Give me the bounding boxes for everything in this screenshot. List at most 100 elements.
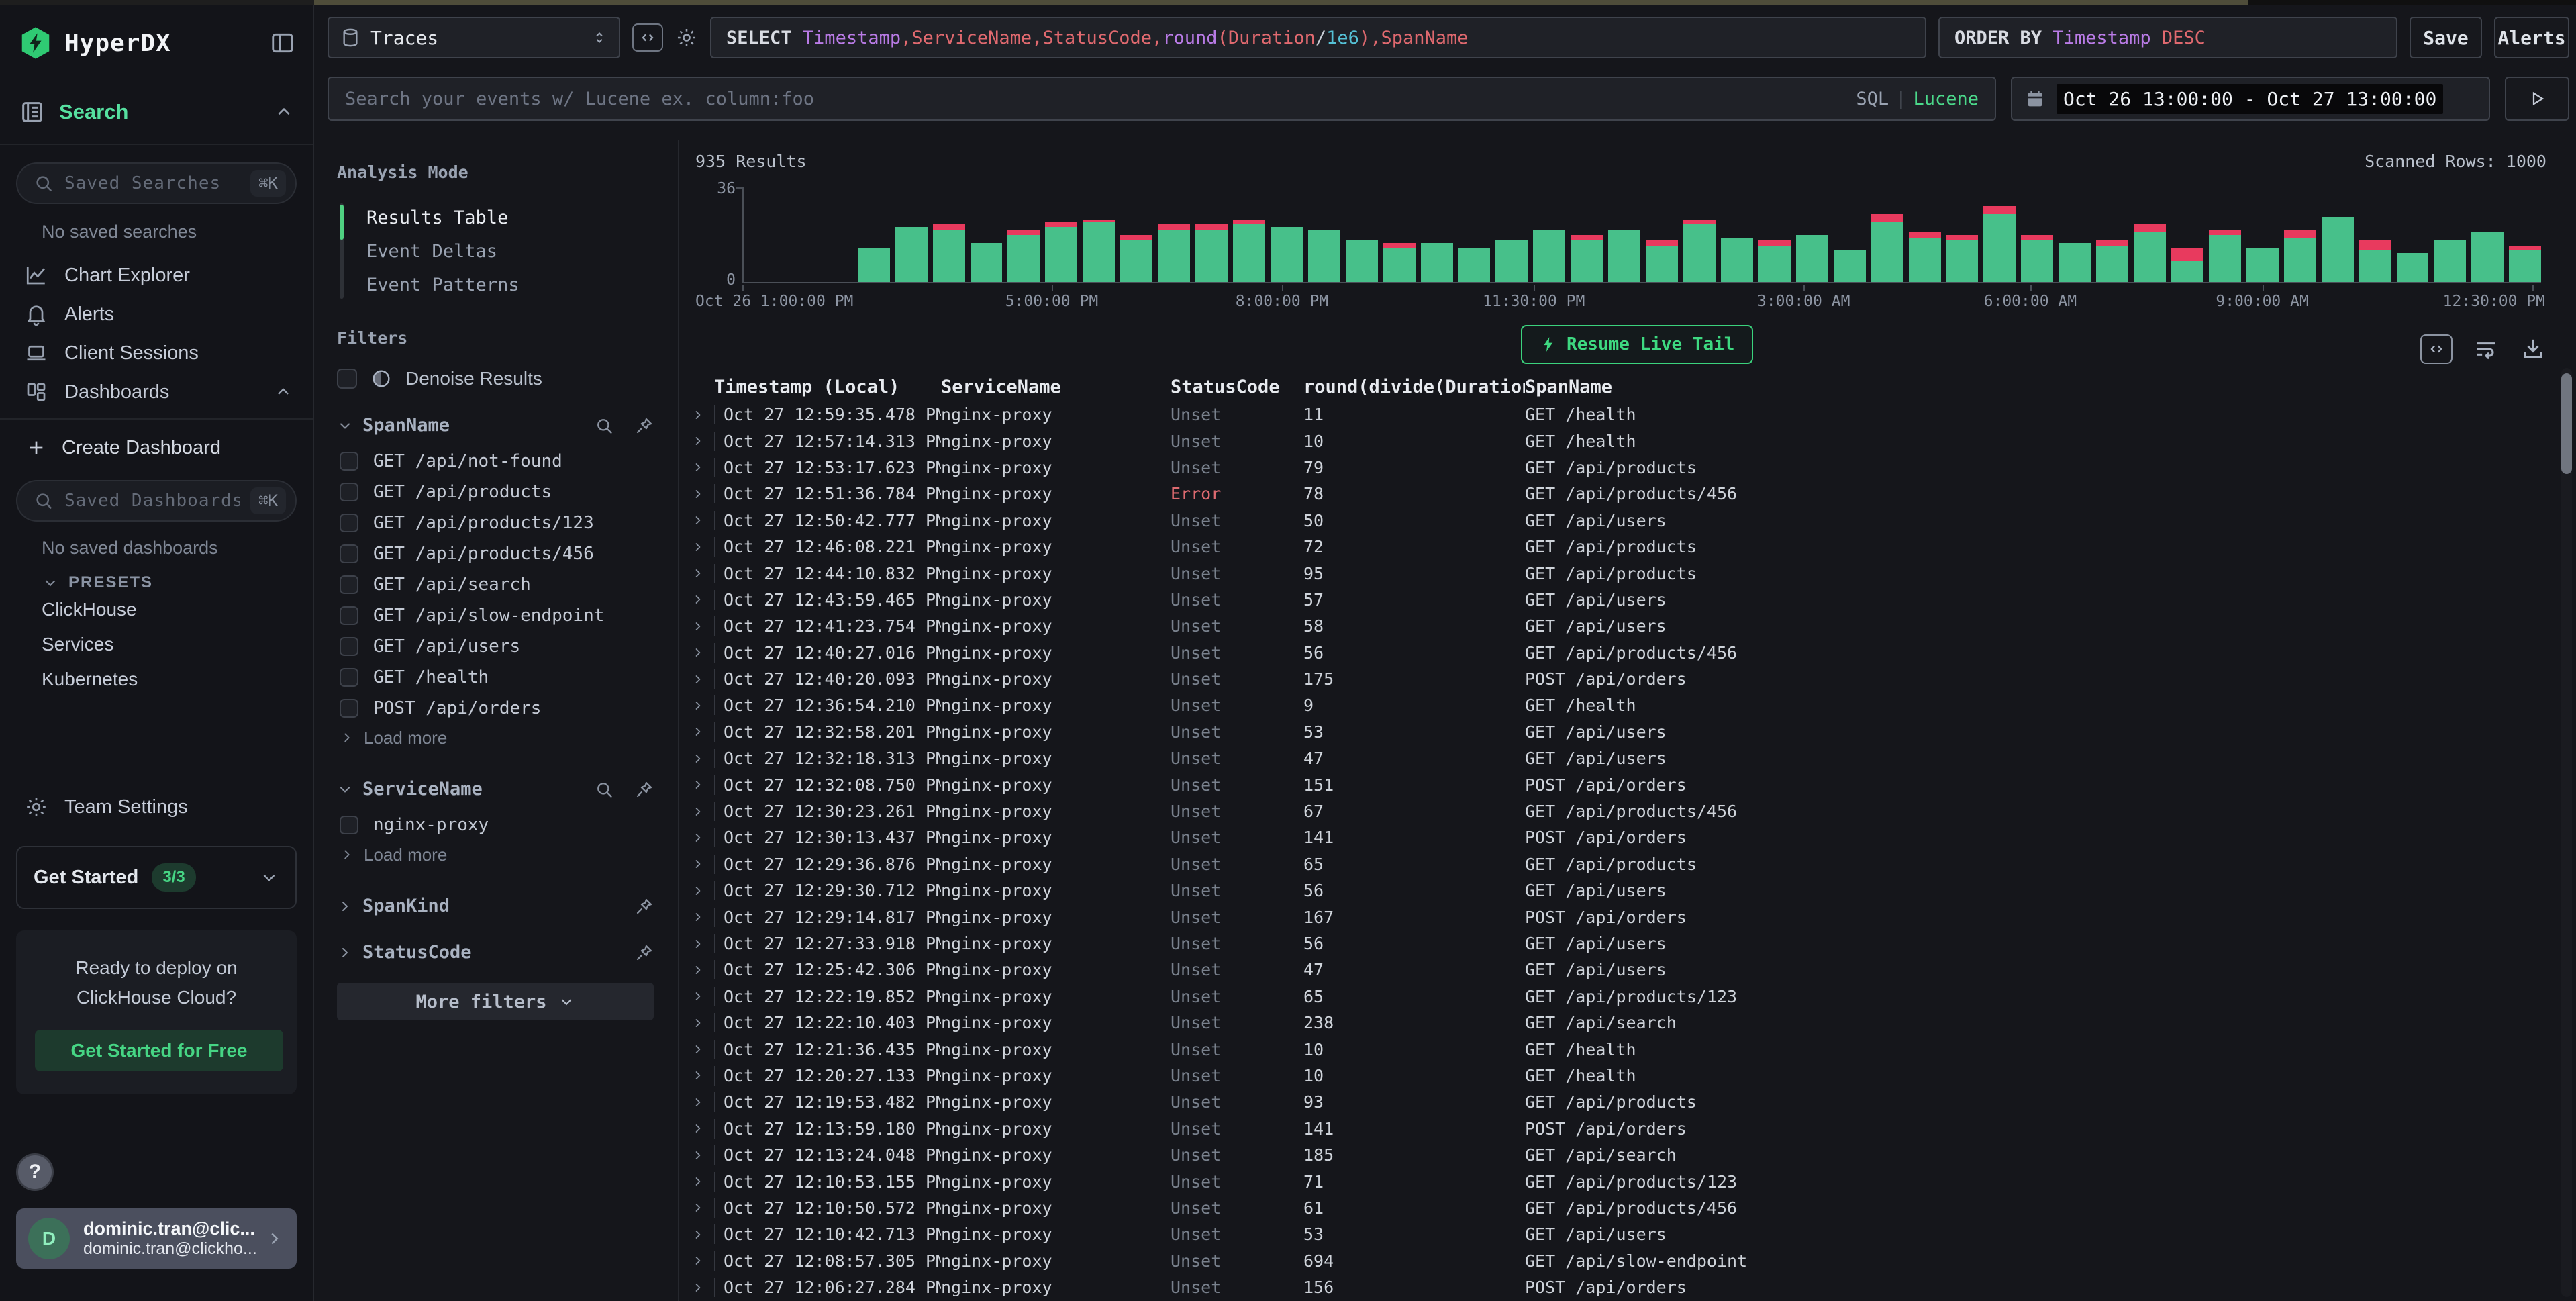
filter-value-row[interactable]: GET /api/users (337, 632, 654, 661)
create-dashboard-button[interactable]: Create Dashboard (16, 428, 297, 468)
histogram-bar[interactable] (858, 248, 890, 282)
filter-checkbox[interactable] (340, 452, 358, 471)
table-row[interactable]: Oct 27 12:53:17.623 PM nginx-proxy Unset… (681, 454, 2576, 481)
filter-checkbox[interactable] (340, 483, 358, 501)
download-icon[interactable] (2520, 336, 2546, 363)
presets-toggle[interactable]: PRESETS (42, 573, 297, 592)
table-row[interactable]: Oct 27 12:30:13.437 PM nginx-proxy Unset… (681, 824, 2576, 851)
col-servicename[interactable]: ServiceName (941, 377, 1171, 397)
row-expand-chevron[interactable] (691, 1096, 714, 1109)
row-expand-chevron[interactable] (691, 593, 714, 606)
histogram-bar[interactable] (1458, 248, 1491, 282)
get-started-toggle[interactable]: Get Started 3/3 (16, 846, 297, 909)
col-statuscode[interactable]: StatusCode (1171, 377, 1303, 397)
histogram-bar[interactable] (1909, 232, 1941, 282)
histogram-bar[interactable] (2134, 224, 2166, 282)
row-expand-chevron[interactable] (691, 752, 714, 765)
table-row[interactable]: Oct 27 12:29:14.817 PM nginx-proxy Unset… (681, 904, 2576, 930)
filter-checkbox[interactable] (340, 699, 358, 718)
row-expand-chevron[interactable] (691, 831, 714, 845)
row-expand-chevron[interactable] (691, 990, 714, 1003)
table-row[interactable]: Oct 27 12:13:24.048 PM nginx-proxy Unset… (681, 1142, 2576, 1168)
table-row[interactable]: Oct 27 12:19:53.482 PM nginx-proxy Unset… (681, 1089, 2576, 1115)
table-row[interactable]: Oct 27 12:51:36.784 PM nginx-proxy Error… (681, 481, 2576, 507)
filter-value-row[interactable]: nginx-proxy (337, 810, 654, 839)
row-expand-chevron[interactable] (691, 1228, 714, 1241)
table-row[interactable]: Oct 27 12:36:54.210 PM nginx-proxy Unset… (681, 692, 2576, 718)
save-button[interactable]: Save (2410, 17, 2482, 58)
sidebar-item-dashboards[interactable]: Dashboards (16, 373, 297, 412)
table-row[interactable]: Oct 27 12:40:20.093 PM nginx-proxy Unset… (681, 666, 2576, 692)
analysis-option-event-patterns[interactable]: Event Patterns (344, 268, 654, 301)
lang-toggle-sql[interactable]: SQL (1856, 89, 1889, 109)
filter-value-row[interactable]: GET /api/products (337, 477, 654, 506)
user-menu[interactable]: D dominic.tran@clic... dominic.tran@clic… (16, 1208, 297, 1269)
sidebar-item-alerts[interactable]: Alerts (16, 295, 297, 334)
row-expand-chevron[interactable] (691, 434, 714, 448)
histogram-bar[interactable] (1608, 230, 1640, 282)
filter-checkbox[interactable] (340, 606, 358, 625)
filter-checkbox[interactable] (340, 514, 358, 532)
table-row[interactable]: Oct 27 12:29:36.876 PM nginx-proxy Unset… (681, 851, 2576, 877)
row-expand-chevron[interactable] (691, 1254, 714, 1267)
filter-checkbox[interactable] (340, 637, 358, 656)
table-row[interactable]: Oct 27 12:13:59.180 PM nginx-proxy Unset… (681, 1116, 2576, 1142)
histogram-bar[interactable] (1195, 224, 1228, 282)
preset-clickhouse[interactable]: ClickHouse (16, 592, 297, 627)
row-expand-chevron[interactable] (691, 1122, 714, 1135)
histogram-bar[interactable] (1946, 235, 1979, 282)
histogram-bar[interactable] (1571, 235, 1603, 282)
row-expand-chevron[interactable] (691, 884, 714, 898)
analysis-option-event-deltas[interactable]: Event Deltas (344, 234, 654, 268)
table-row[interactable]: Oct 27 12:06:27.284 PM nginx-proxy Unset… (681, 1274, 2576, 1300)
filter-checkbox[interactable] (340, 668, 358, 687)
histogram-bar[interactable] (2171, 248, 2203, 282)
histogram-bar[interactable] (1007, 230, 1040, 282)
analysis-option-results-table[interactable]: Results Table (344, 201, 654, 234)
table-row[interactable]: Oct 27 12:50:42.777 PM nginx-proxy Unset… (681, 508, 2576, 534)
table-row[interactable]: Oct 27 12:21:36.435 PM nginx-proxy Unset… (681, 1036, 2576, 1062)
histogram-bar[interactable] (1646, 240, 1678, 282)
row-expand-chevron[interactable] (691, 725, 714, 738)
table-row[interactable]: Oct 27 12:27:33.918 PM nginx-proxy Unset… (681, 930, 2576, 957)
filter-group-header[interactable]: ServiceName (337, 779, 654, 800)
histogram-bar[interactable] (2397, 253, 2429, 282)
select-query-input[interactable]: SELECT Timestamp,ServiceName,StatusCode,… (710, 17, 1926, 58)
row-expand-chevron[interactable] (691, 699, 714, 712)
row-expand-chevron[interactable] (691, 408, 714, 422)
event-search-input[interactable]: Search your events w/ Lucene ex. column:… (328, 77, 1996, 121)
histogram-bar[interactable] (1495, 240, 1528, 282)
row-expand-chevron[interactable] (691, 910, 714, 924)
row-expand-chevron[interactable] (691, 620, 714, 633)
order-by-input[interactable]: ORDER BY Timestamp DESC (1938, 17, 2397, 58)
histogram-bar[interactable] (1308, 230, 1340, 282)
scrollbar-track[interactable] (2561, 368, 2572, 1297)
histogram-bar[interactable] (1383, 243, 1416, 282)
filter-value-row[interactable]: POST /api/orders (337, 693, 654, 722)
col-duration[interactable]: round(divide(Duration, (1303, 377, 1525, 397)
histogram-bar[interactable] (1083, 220, 1115, 282)
table-row[interactable]: Oct 27 12:32:08.750 PM nginx-proxy Unset… (681, 771, 2576, 798)
col-spanname[interactable]: SpanName (1525, 377, 2576, 397)
table-row[interactable]: Oct 27 12:20:27.133 PM nginx-proxy Unset… (681, 1063, 2576, 1089)
histogram-bar[interactable] (1233, 220, 1265, 282)
saved-dashboards-input[interactable]: Saved Dashboards ⌘K (16, 480, 297, 522)
row-expand-chevron[interactable] (691, 514, 714, 527)
gear-icon[interactable] (675, 26, 698, 49)
pin-icon[interactable] (635, 780, 654, 799)
histogram-bar[interactable] (1796, 235, 1828, 282)
histogram-bar[interactable] (2434, 240, 2466, 282)
preset-services[interactable]: Services (16, 627, 297, 662)
search-icon[interactable] (595, 416, 613, 435)
table-row[interactable]: Oct 27 12:41:23.754 PM nginx-proxy Unset… (681, 613, 2576, 639)
table-row[interactable]: Oct 27 12:44:10.832 PM nginx-proxy Unset… (681, 560, 2576, 586)
table-row[interactable]: Oct 27 12:30:23.261 PM nginx-proxy Unset… (681, 798, 2576, 824)
histogram-bar[interactable] (1721, 238, 1753, 282)
denoise-results-row[interactable]: Denoise Results (337, 368, 654, 389)
row-expand-chevron[interactable] (691, 1281, 714, 1294)
alerts-button[interactable]: Alerts (2494, 17, 2569, 58)
sidebar-item-team-settings[interactable]: Team Settings (16, 795, 297, 819)
row-expand-chevron[interactable] (691, 857, 714, 871)
search-icon[interactable] (595, 780, 613, 799)
filter-value-row[interactable]: GET /health (337, 663, 654, 691)
